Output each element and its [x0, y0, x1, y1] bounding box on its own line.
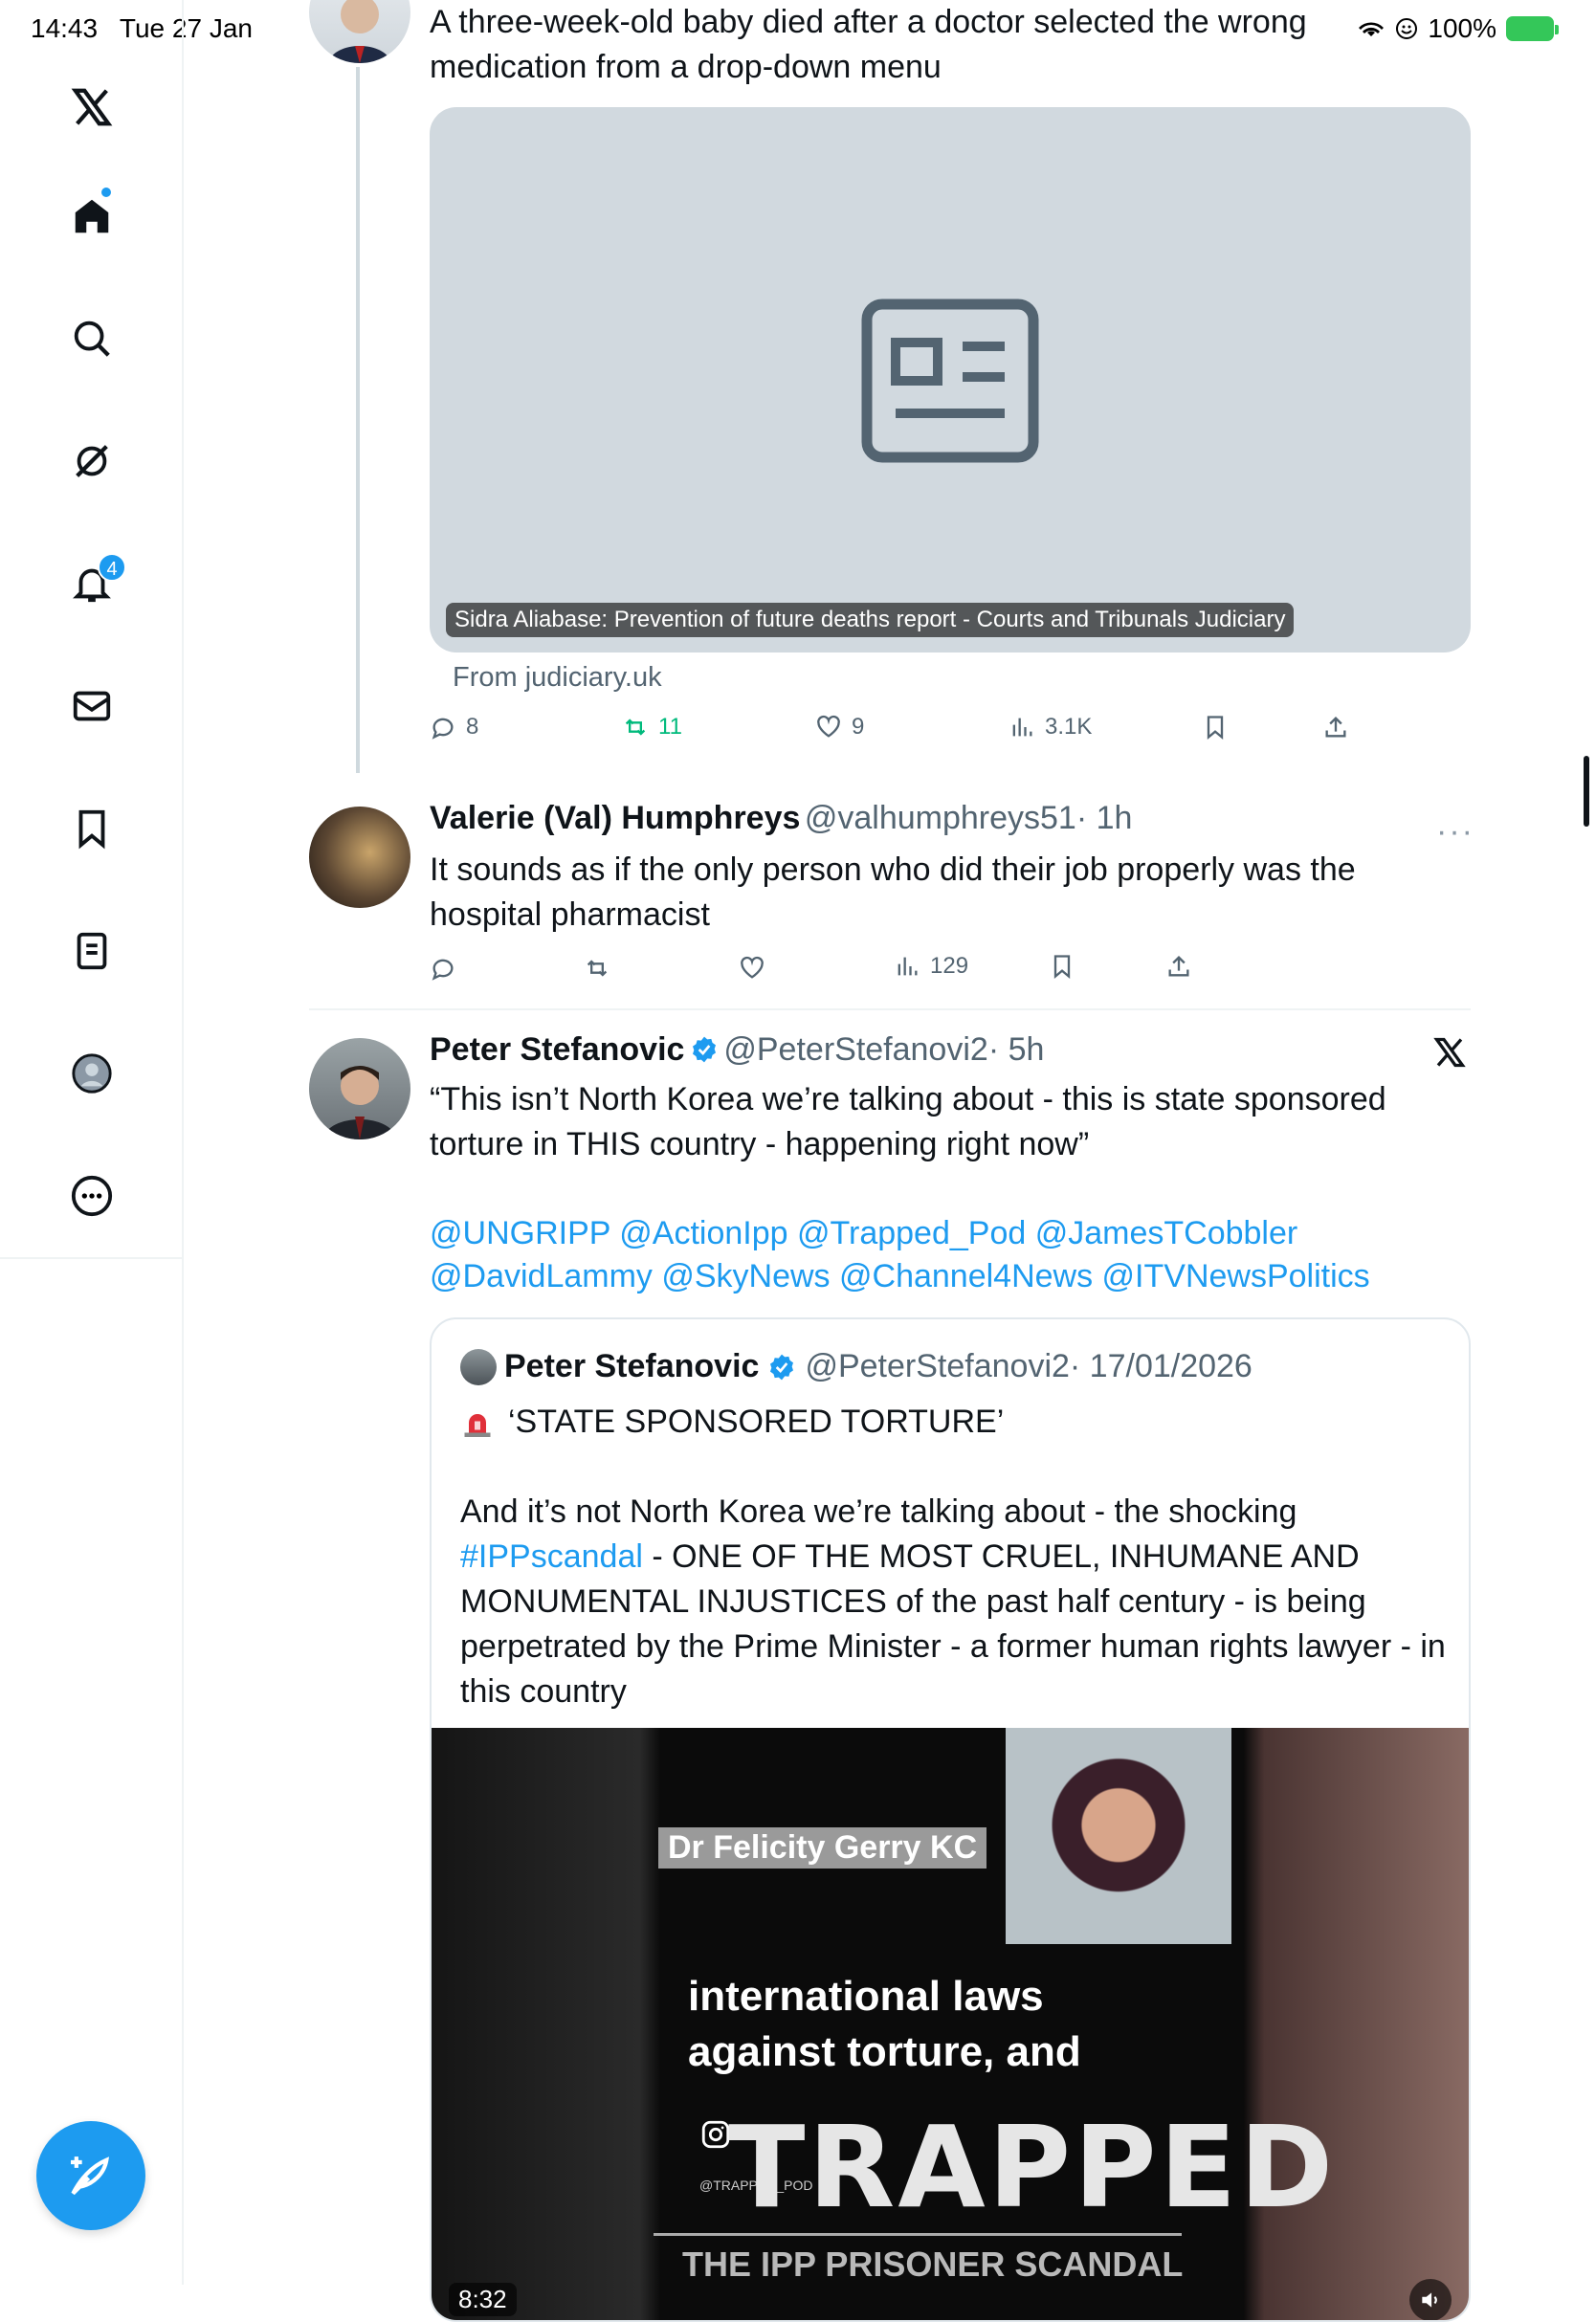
x-logo-icon[interactable]: [61, 77, 122, 138]
quote-header: Peter Stefanovic @PeterStefanovi2 · 17/01…: [460, 1348, 1252, 1385]
quote-body-text: And it’s not North Korea we’re talking a…: [460, 1493, 1297, 1530]
quote-headline-row: ‘STATE SPONSORED TORTURE’: [460, 1400, 1004, 1445]
video-name-tag: Dr Felicity Gerry KC: [658, 1827, 987, 1869]
reply-icon: [432, 718, 454, 740]
tweet-text: It sounds as if the only person who did …: [430, 851, 1356, 933]
thread-line: [356, 67, 360, 773]
reply-button[interactable]: 8: [430, 714, 478, 741]
bookmarks-icon[interactable]: [61, 798, 122, 859]
video-title: TRAPPED: [728, 2101, 1337, 2233]
avatar[interactable]: [309, 0, 410, 63]
article-icon: [861, 299, 1039, 463]
link-card[interactable]: [430, 107, 1471, 652]
tweet-header: Valerie (Val) Humphreys @valhumphreys51·…: [430, 800, 1132, 837]
video-speaker-image: [1006, 1728, 1231, 1944]
sidebar-divider: [0, 1257, 184, 1259]
notifications-badge: 4: [98, 553, 126, 582]
heart-icon: [741, 956, 764, 979]
scrollbar[interactable]: [1584, 756, 1589, 827]
tweet-time: · 5h: [987, 1031, 1045, 1068]
instagram-icon: [701, 2120, 730, 2149]
quote-headline: ‘STATE SPONSORED TORTURE’: [508, 1404, 1005, 1440]
like-button[interactable]: 9: [815, 714, 864, 741]
tweet-text: “This isn’t North Korea we’re talking ab…: [430, 1081, 1386, 1162]
speaker-icon: [1422, 2292, 1437, 2308]
views-count: 129: [930, 953, 969, 979]
author-handle[interactable]: @valhumphreys51: [805, 800, 1076, 836]
quote-author-name[interactable]: Peter Stefanovic: [504, 1348, 759, 1385]
retweet-button[interactable]: [584, 955, 610, 982]
heart-icon: [817, 715, 840, 738]
mentions-line[interactable]: @DavidLammy @SkyNews @Channel4News @ITVN…: [430, 1254, 1370, 1299]
share-icon: [1168, 956, 1189, 977]
share-button[interactable]: [1165, 953, 1192, 980]
lists-icon[interactable]: [61, 920, 122, 982]
battery-icon: [1506, 16, 1559, 41]
wifi-icon: [1359, 22, 1385, 36]
status-indicators: 100%: [1357, 13, 1559, 44]
more-icon[interactable]: [61, 1165, 122, 1227]
like-button[interactable]: [739, 955, 765, 982]
quote-avatar[interactable]: [460, 1348, 497, 1385]
notifications-icon[interactable]: 4: [61, 553, 126, 614]
like-count: 9: [852, 714, 865, 740]
video-strapline: THE IPP PRISONER SCANDAL: [682, 2245, 1184, 2284]
views-icon: [1012, 718, 1032, 737]
home-new-dot: [100, 186, 113, 199]
quote-date: · 17/01/2026: [1069, 1348, 1252, 1384]
video-player[interactable]: Dr Felicity Gerry KC international laws …: [432, 1728, 1469, 2320]
reply-button[interactable]: [430, 955, 456, 982]
views-count: 3.1K: [1045, 714, 1093, 740]
video-title-rule: [654, 2233, 1182, 2236]
author-handle[interactable]: @PeterStefanovi2: [723, 1031, 987, 1068]
share-icon: [1325, 717, 1346, 738]
views-icon: [898, 957, 918, 976]
avatar[interactable]: [309, 807, 410, 908]
quote-body: And it’s not North Korea we’re talking a…: [460, 1490, 1446, 1714]
bookmark-button[interactable]: [1049, 953, 1075, 980]
bookmark-button[interactable]: [1202, 714, 1229, 741]
quote-author-handle[interactable]: @PeterStefanovi2: [805, 1348, 1069, 1385]
bookmark-icon: [1053, 955, 1071, 979]
author-name[interactable]: Valerie (Val) Humphreys: [430, 800, 800, 836]
x-logo-icon[interactable]: [1432, 1035, 1467, 1074]
retweet-icon: [625, 719, 646, 736]
battery-percent: 100%: [1428, 13, 1496, 43]
views-button[interactable]: 3.1K: [1009, 714, 1092, 741]
reply-count: 8: [466, 714, 479, 740]
quote-tweet[interactable]: Peter Stefanovic @PeterStefanovi2 · 17/01…: [430, 1317, 1471, 2322]
video-subtitle: international laws against torture, and: [688, 1973, 1081, 2075]
hashtag-link[interactable]: #IPPscandal: [460, 1538, 643, 1575]
compose-feather-icon: [71, 2156, 110, 2196]
compose-button[interactable]: [36, 2121, 145, 2230]
messages-icon[interactable]: [61, 675, 122, 737]
verified-badge-icon: [770, 1354, 794, 1380]
retweet-count: 11: [658, 714, 682, 740]
profile-icon[interactable]: [61, 1043, 122, 1104]
home-icon[interactable]: [61, 186, 122, 247]
tweet-divider: [309, 1008, 1471, 1010]
more-options-icon[interactable]: ···: [1436, 813, 1474, 851]
reply-icon: [432, 959, 454, 981]
tweet-text: A three-week-old baby died after a docto…: [430, 4, 1307, 85]
share-button[interactable]: [1322, 714, 1349, 741]
focus-icon: [1396, 18, 1418, 39]
author-name[interactable]: Peter Stefanovic: [430, 1031, 684, 1068]
retweet-icon: [587, 960, 608, 977]
siren-icon: [464, 1413, 491, 1437]
avatar[interactable]: [309, 1038, 410, 1139]
retweet-button[interactable]: 11: [622, 714, 682, 741]
card-source[interactable]: From judiciary.uk: [453, 662, 662, 694]
mentions-line[interactable]: @UNGRIPP @ActionIpp @Trapped_Pod @JamesT…: [430, 1211, 1297, 1256]
search-icon[interactable]: [61, 308, 122, 369]
bookmark-icon: [1207, 716, 1224, 740]
grok-icon[interactable]: [61, 431, 122, 492]
verified-badge-icon: [692, 1036, 716, 1063]
views-button[interactable]: 129: [894, 953, 968, 980]
mute-button[interactable]: [1409, 2279, 1452, 2320]
tweet-header: Peter Stefanovic @PeterStefanovi2· 5h: [430, 1031, 1044, 1069]
tweet-time: · 1h: [1075, 800, 1133, 836]
video-duration: 8:32: [449, 2283, 517, 2316]
card-caption: Sidra Aliabase: Prevention of future dea…: [446, 603, 1295, 637]
